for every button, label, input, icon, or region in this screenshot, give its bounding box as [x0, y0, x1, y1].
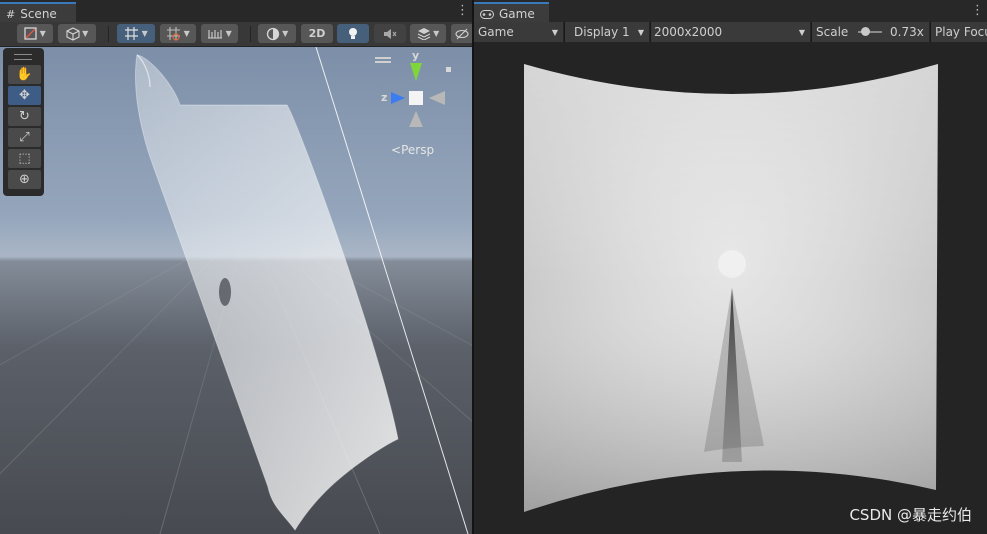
gamepad-icon [480, 9, 494, 19]
visibility-button[interactable] [451, 24, 472, 43]
chevron-down-icon: ▼ [223, 29, 232, 38]
scale-label: Scale [816, 25, 849, 39]
grid-icon: # [6, 7, 16, 21]
vertex-snap-button[interactable]: ▼ [201, 24, 238, 43]
chevron-down-icon: ▼ [37, 29, 46, 38]
increment-snap-button[interactable]: ▼ [160, 24, 196, 43]
chevron-down-icon: ▼ [181, 29, 190, 38]
scale-icon: ⤢ [19, 130, 30, 145]
display-select[interactable]: Display 1 ▼ [565, 22, 650, 42]
scene-menu-icon[interactable]: ⋮ [456, 3, 469, 18]
draw-mode-button[interactable]: ▼ [17, 24, 53, 43]
rotate-icon: ↻ [19, 109, 30, 124]
game-tabbar: Game ⋮ [474, 0, 987, 23]
rotate-tool-button[interactable]: ↻ [8, 107, 41, 126]
scene-tab-label: Scene [20, 7, 57, 21]
hidden-eye-icon [454, 28, 469, 39]
chevron-down-icon: ▼ [430, 29, 440, 38]
game-viewport[interactable] [474, 42, 987, 534]
render-mode-button[interactable]: ▼ [58, 24, 96, 43]
game-view-select[interactable]: Game ▼ [474, 22, 564, 42]
scene-toolbar: ▼ ▼ ▼ ▼ ▼ ▼ 2D ▼ [0, 22, 472, 47]
gizmo-y-label: y [412, 49, 420, 62]
scene-viewport[interactable]: y z <Persp [0, 47, 472, 534]
scale-control: Scale 0.73x [812, 22, 930, 42]
rendered-curved-plane [524, 64, 938, 512]
grid-snap-icon [125, 27, 139, 40]
view-2d-label: 2D [308, 27, 326, 40]
shaded-mode-icon [24, 27, 37, 40]
scene-tab[interactable]: # Scene [0, 2, 76, 22]
gizmo-z-label: z [381, 91, 388, 104]
resolution-select[interactable]: 2000x2000 ▼ [651, 22, 811, 42]
projection-label[interactable]: <Persp [391, 143, 434, 157]
scale-slider[interactable] [858, 27, 882, 36]
orientation-gizmo[interactable]: y z <Persp [375, 49, 465, 168]
move-tool-button[interactable]: ✥ [8, 86, 41, 105]
chevron-down-icon: ▼ [551, 27, 558, 37]
scale-slider-thumb[interactable] [861, 27, 870, 36]
rect-transform-icon: ⬚ [18, 151, 31, 166]
chevron-down-icon: ▼ [798, 27, 805, 37]
transform-tool-panel: ✋ ✥ ↻ ⤢ ⬚ ⊕ [3, 48, 44, 196]
rect-tool-button[interactable]: ⬚ [8, 149, 41, 168]
chevron-down-icon: ▼ [637, 27, 644, 37]
lighting-toggle-button[interactable] [337, 24, 369, 43]
scene-tabbar: # Scene ⋮ [0, 0, 472, 23]
chevron-down-icon: ▼ [279, 29, 289, 38]
transform-icon: ⊕ [19, 172, 30, 187]
scale-tool-button[interactable]: ⤢ [8, 128, 41, 147]
lightbulb-icon [349, 27, 357, 39]
chevron-down-icon: ▼ [79, 29, 89, 38]
cube-icon [66, 26, 80, 41]
panel-drag-handle[interactable] [14, 54, 32, 60]
toolbar-separator [250, 26, 251, 42]
ruler-icon [208, 29, 223, 39]
grid-snap-button[interactable]: ▼ [117, 24, 155, 43]
audio-toggle-button[interactable] [374, 24, 406, 43]
snap-increment-icon [167, 27, 181, 41]
play-focused-select[interactable]: Play Focu [931, 22, 987, 42]
curved-plane-object [134, 54, 399, 531]
effects-button[interactable]: ▼ [410, 24, 446, 43]
layers-icon [417, 28, 430, 40]
axis-gizmo-graphic [375, 57, 451, 127]
move-icon: ✥ [19, 88, 30, 103]
toolbar-separator [108, 26, 109, 42]
transform-tool-button[interactable]: ⊕ [8, 170, 41, 189]
csdn-watermark: CSDN @暴走约伯 [849, 506, 972, 524]
perspective-icon: < [391, 143, 402, 157]
view-2d-button[interactable]: 2D [301, 24, 333, 43]
hand-icon: ✋ [16, 67, 33, 82]
hand-tool-button[interactable]: ✋ [8, 65, 41, 84]
sphere-icon [266, 27, 279, 40]
game-tab-label: Game [499, 7, 535, 21]
speaker-muted-icon [384, 28, 397, 39]
game-menu-icon[interactable]: ⋮ [971, 3, 984, 18]
shading-sphere-button[interactable]: ▼ [258, 24, 296, 43]
chevron-down-icon: ▼ [139, 29, 148, 38]
scale-value: 0.73x [890, 25, 924, 39]
game-tab[interactable]: Game [474, 2, 549, 22]
